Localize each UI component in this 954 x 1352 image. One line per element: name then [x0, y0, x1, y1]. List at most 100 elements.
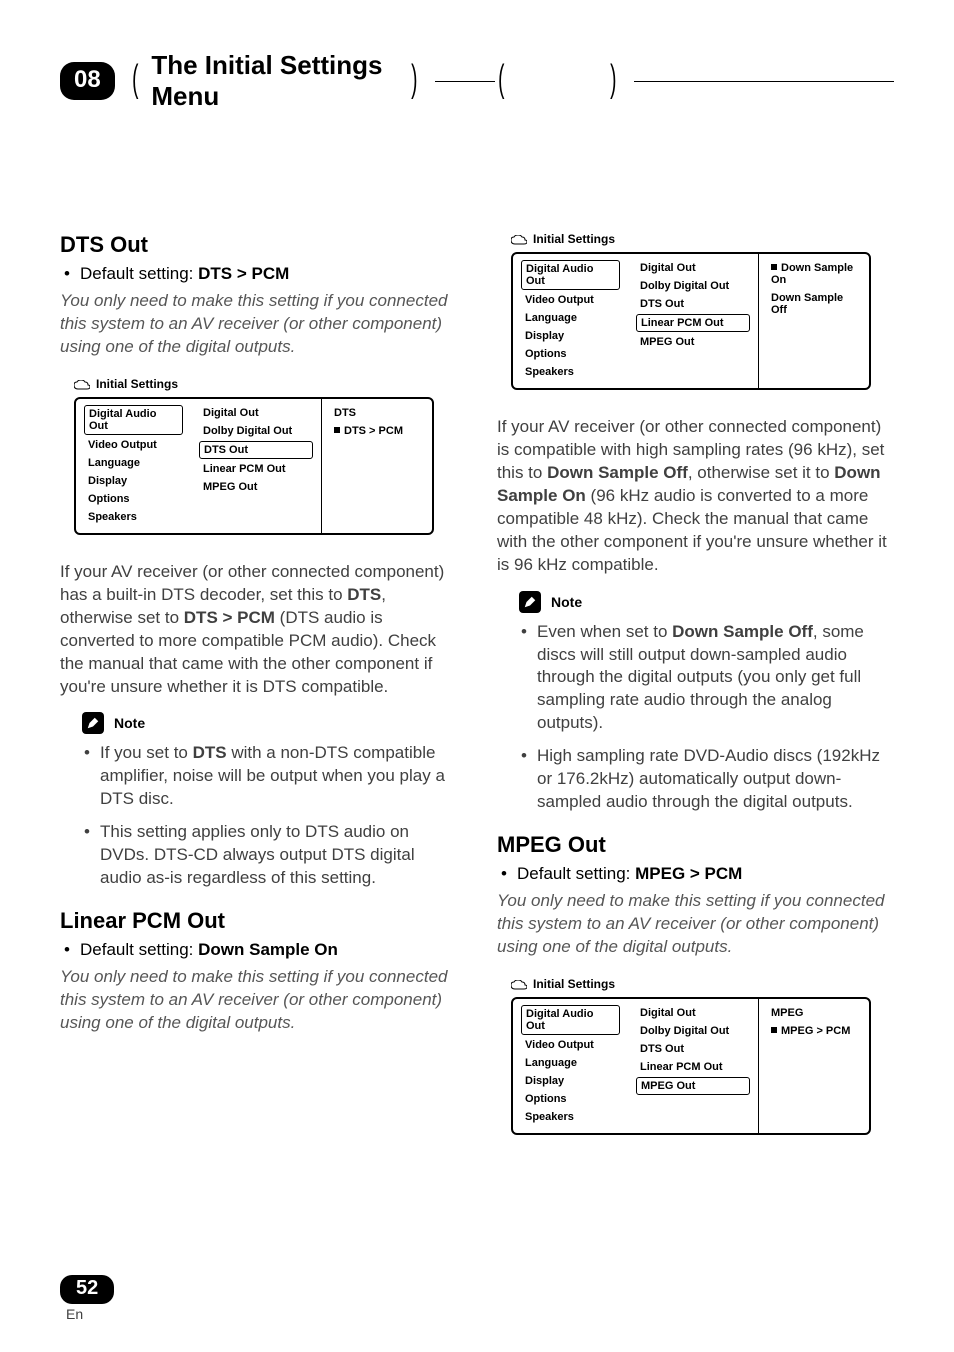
dts-out-intro: You only need to make this setting if yo…: [60, 290, 457, 359]
mpeg-out-heading: MPEG Out: [497, 832, 894, 858]
right-column: Initial Settings Digital Audio Out Video …: [497, 232, 894, 1161]
settings-title: Initial Settings: [96, 377, 178, 391]
settings-sub-item: Digital Out: [636, 260, 750, 276]
cloud-icon: [511, 234, 527, 244]
settings-sub-item: MPEG Out: [199, 479, 313, 495]
settings-nav-item: Video Output: [521, 292, 620, 308]
default-label: Default setting:: [80, 264, 198, 283]
default-label: Default setting:: [517, 864, 635, 883]
text-bold: Down Sample Off: [672, 622, 813, 641]
text: Even when set to: [537, 622, 672, 641]
square-marker-icon: [771, 264, 777, 270]
settings-nav-item: Video Output: [84, 437, 183, 453]
settings-screen-mpeg: Initial Settings Digital Audio Out Video …: [511, 977, 871, 1135]
linear-pcm-out-intro: You only need to make this setting if yo…: [60, 966, 457, 1035]
settings-nav-item: Options: [521, 346, 620, 362]
settings-nav-item: Display: [84, 473, 183, 489]
page-number-badge: 52: [60, 1275, 114, 1304]
settings-nav-item: Language: [521, 1055, 620, 1071]
cloud-icon: [74, 379, 90, 389]
settings-title: Initial Settings: [533, 232, 615, 246]
left-column: DTS Out Default setting: DTS > PCM You o…: [60, 232, 457, 1161]
settings-value-item: Down Sample Off: [767, 290, 861, 318]
settings-sub-item: MPEG Out: [636, 334, 750, 350]
square-marker-icon: [334, 427, 340, 433]
settings-value-item: MPEG: [767, 1005, 861, 1021]
settings-nav-item: Speakers: [84, 509, 183, 525]
settings-sub-item: Linear PCM Out: [199, 461, 313, 477]
default-label: Default setting:: [80, 940, 198, 959]
settings-sub-item: Dolby Digital Out: [636, 1023, 750, 1039]
settings-sub-item: DTS Out: [199, 441, 313, 459]
settings-nav-item: Language: [84, 455, 183, 471]
default-value: Down Sample On: [198, 940, 338, 959]
pencil-icon: [519, 591, 541, 613]
settings-sub-item: DTS Out: [636, 296, 750, 312]
text-bold: DTS: [347, 585, 381, 604]
settings-value-item: DTS: [330, 405, 424, 421]
settings-nav-item: Speakers: [521, 1109, 620, 1125]
list-item: If you set to DTS with a non-DTS compati…: [100, 742, 457, 811]
settings-nav-item: Display: [521, 1073, 620, 1089]
text: This setting applies only to DTS audio o…: [100, 822, 415, 887]
dts-note-list: If you set to DTS with a non-DTS compati…: [60, 742, 457, 890]
settings-title: Initial Settings: [533, 977, 615, 991]
chapter-number-badge: 08: [60, 62, 115, 100]
settings-sub-item: DTS Out: [636, 1041, 750, 1057]
settings-nav-item: Video Output: [521, 1037, 620, 1053]
note-label: Note: [551, 594, 582, 610]
list-item: Even when set to Down Sample Off, some d…: [537, 621, 894, 736]
settings-nav-item: Digital Audio Out: [84, 405, 183, 435]
text: If your AV receiver (or other connected …: [60, 562, 444, 604]
note-header: Note: [82, 712, 457, 734]
settings-nav-item: Options: [84, 491, 183, 507]
page-footer: 52 En: [60, 1275, 114, 1322]
linear-pcm-out-default: Default setting: Down Sample On: [60, 940, 457, 960]
square-marker-icon: [771, 1027, 777, 1033]
cloud-icon: [511, 979, 527, 989]
text-bold: DTS: [193, 743, 227, 762]
page-header: 08 ( The Initial Settings Menu ) ( ): [60, 60, 894, 102]
chapter-title: The Initial Settings Menu: [151, 50, 398, 112]
text-bold: DTS > PCM: [184, 608, 275, 627]
text: If you set to: [100, 743, 193, 762]
settings-value-item: DTS > PCM: [330, 423, 424, 439]
default-value: DTS > PCM: [198, 264, 289, 283]
text: High sampling rate DVD-Audio discs (192k…: [537, 746, 880, 811]
paren-close-icon: ): [411, 60, 417, 98]
paren-close-icon: ): [611, 60, 617, 98]
text: , otherwise set it to: [688, 463, 834, 482]
settings-nav-item: Language: [521, 310, 620, 326]
list-item: High sampling rate DVD-Audio discs (192k…: [537, 745, 894, 814]
mpeg-out-intro: You only need to make this setting if yo…: [497, 890, 894, 959]
text-bold: Down Sample Off: [547, 463, 688, 482]
note-header: Note: [519, 591, 894, 613]
settings-nav-item: Options: [521, 1091, 620, 1107]
settings-sub-item: Linear PCM Out: [636, 314, 750, 332]
settings-sub-item: Linear PCM Out: [636, 1059, 750, 1075]
dts-out-heading: DTS Out: [60, 232, 457, 258]
dts-out-default: Default setting: DTS > PCM: [60, 264, 457, 284]
settings-nav-item: Display: [521, 328, 620, 344]
settings-sub-item: Dolby Digital Out: [636, 278, 750, 294]
paren-open-icon: (: [132, 60, 138, 98]
settings-screen-dts: Initial Settings Digital Audio Out Video …: [74, 377, 434, 535]
settings-sub-item: Digital Out: [199, 405, 313, 421]
linear-note-list: Even when set to Down Sample Off, some d…: [497, 621, 894, 815]
settings-sub-item: Dolby Digital Out: [199, 423, 313, 439]
default-value: MPEG > PCM: [635, 864, 742, 883]
settings-nav-item: Digital Audio Out: [521, 1005, 620, 1035]
dts-out-body: If your AV receiver (or other connected …: [60, 561, 457, 699]
linear-pcm-out-heading: Linear PCM Out: [60, 908, 457, 934]
settings-nav-item: Speakers: [521, 364, 620, 380]
settings-sub-item: Digital Out: [636, 1005, 750, 1021]
linear-body: If your AV receiver (or other connected …: [497, 416, 894, 577]
mpeg-out-default: Default setting: MPEG > PCM: [497, 864, 894, 884]
page-language: En: [66, 1306, 114, 1322]
note-label: Note: [114, 715, 145, 731]
settings-screen-linear: Initial Settings Digital Audio OutVideo …: [511, 232, 871, 390]
settings-sub-item: MPEG Out: [636, 1077, 750, 1095]
settings-value-item: MPEG > PCM: [767, 1023, 861, 1039]
header-decoration: ( ): [435, 62, 894, 100]
pencil-icon: [82, 712, 104, 734]
